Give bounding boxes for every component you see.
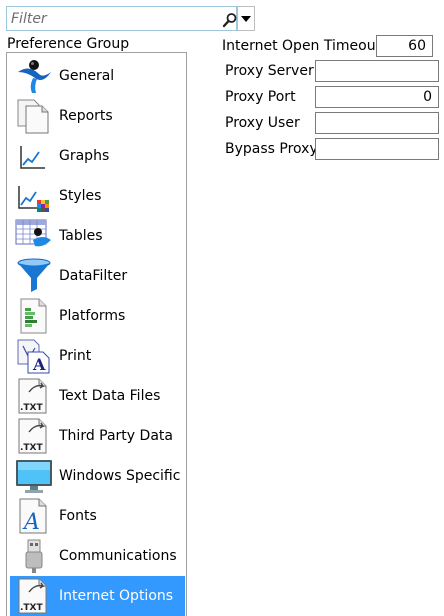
- bypass-proxy-field[interactable]: [315, 138, 439, 160]
- list-item-label: Text Data Files: [59, 388, 161, 404]
- internet-open-timeout-label: Internet Open Timeout: [222, 38, 382, 54]
- list-item-label: Internet Options: [59, 588, 174, 604]
- internet-open-timeout-field[interactable]: 60: [376, 35, 433, 57]
- proxy-user-label: Proxy User: [225, 115, 300, 131]
- list-item-general[interactable]: General: [10, 56, 185, 96]
- preference-group-list[interactable]: General Reports Graphs Styles Tables Dat…: [6, 52, 187, 616]
- txt-file-icon: .TXT: [18, 418, 47, 454]
- proxy-server-field[interactable]: [315, 60, 439, 82]
- list-item-datafilter[interactable]: DataFilter: [10, 256, 185, 296]
- list-item-label: Print: [59, 348, 92, 364]
- svg-text:A: A: [32, 355, 46, 374]
- svg-text:.TXT: .TXT: [20, 603, 43, 613]
- list-item-label: General: [59, 68, 115, 84]
- list-item-label: Tables: [59, 228, 103, 244]
- svg-text:A: A: [22, 510, 40, 534]
- list-item-label: DataFilter: [59, 268, 128, 284]
- list-item-fonts[interactable]: A Fonts: [10, 496, 185, 536]
- list-item-label: Styles: [59, 188, 102, 204]
- funnel-icon: [17, 258, 51, 292]
- list-item-label: Reports: [59, 108, 113, 124]
- general-icon: [18, 60, 51, 93]
- tables-icon: [15, 219, 51, 247]
- proxy-port-label: Proxy Port: [225, 89, 296, 105]
- list-item-label: Third Party Data: [59, 428, 173, 444]
- reports-icon: [17, 99, 49, 134]
- proxy-user-field[interactable]: [315, 112, 439, 134]
- txt-file-icon: .TXT: [18, 378, 47, 414]
- list-item-label: Fonts: [59, 508, 97, 524]
- list-item-windows-specific[interactable]: Windows Specific: [10, 456, 185, 496]
- preference-group-heading: Preference Group: [7, 36, 130, 52]
- list-item-third-party-data[interactable]: .TXT Third Party Data: [10, 416, 185, 456]
- svg-text:.TXT: .TXT: [20, 403, 43, 413]
- list-item-label: Communications: [59, 548, 177, 564]
- styles-icon: [18, 186, 49, 212]
- proxy-server-label: Proxy Server: [225, 63, 314, 79]
- list-item-label: Windows Specific: [59, 468, 181, 484]
- list-item-print[interactable]: A Print: [10, 336, 185, 376]
- filter-box[interactable]: [6, 6, 237, 31]
- graphs-icon: [20, 146, 45, 169]
- list-item-label: Graphs: [59, 148, 110, 164]
- svg-text:.TXT: .TXT: [20, 443, 43, 453]
- usb-icon: [25, 539, 43, 573]
- print-icon: A: [17, 339, 50, 374]
- list-item-platforms[interactable]: Platforms: [10, 296, 185, 336]
- list-item-label: Platforms: [59, 308, 126, 324]
- fonts-icon: A: [19, 498, 47, 534]
- monitor-icon: [16, 460, 52, 493]
- list-item-styles[interactable]: Styles: [10, 176, 185, 216]
- list-item-reports[interactable]: Reports: [10, 96, 185, 136]
- list-item-internet-options[interactable]: .TXT Internet Options: [10, 576, 185, 616]
- list-item-graphs[interactable]: Graphs: [10, 136, 185, 176]
- list-item-communications[interactable]: Communications: [10, 536, 185, 576]
- platforms-icon: [20, 298, 47, 334]
- filter-dropdown-button[interactable]: [237, 6, 255, 31]
- list-item-text-data-files[interactable]: .TXT Text Data Files: [10, 376, 185, 416]
- txt-file-icon: .TXT: [18, 578, 47, 614]
- search-icon[interactable]: [222, 12, 238, 28]
- filter-input[interactable]: [11, 9, 211, 28]
- bypass-proxy-label: Bypass Proxy: [225, 141, 318, 157]
- proxy-port-field[interactable]: 0: [315, 86, 439, 108]
- list-item-tables[interactable]: Tables: [10, 216, 185, 256]
